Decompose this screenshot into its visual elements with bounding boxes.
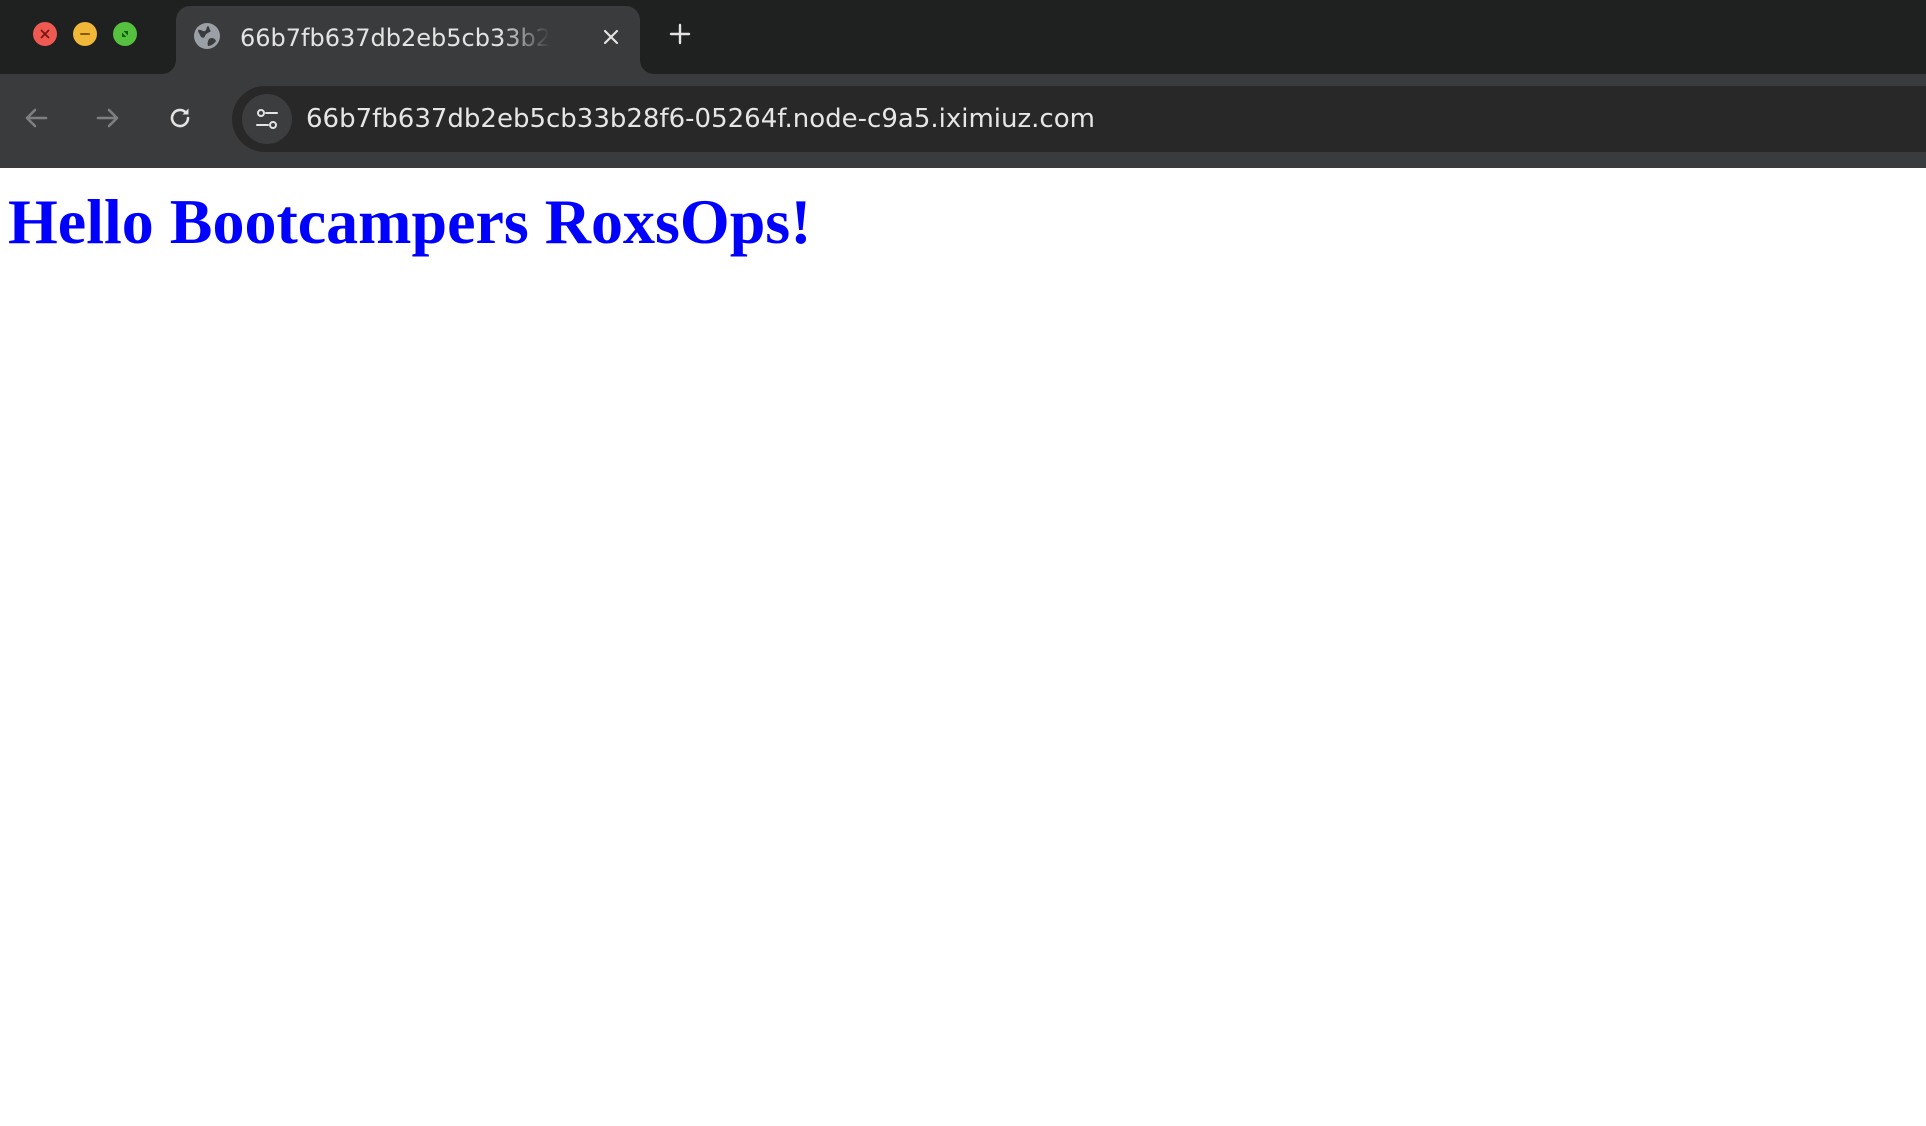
reload-button[interactable] (162, 100, 198, 136)
window-maximize-button[interactable] (113, 22, 137, 46)
arrow-right-icon (96, 108, 119, 128)
browser-window: 66b7fb637db2eb5cb33b28f6-05264f.node-c9a… (0, 0, 1926, 1126)
address-bar[interactable]: 66b7fb637db2eb5cb33b28f6-05264f.node-c9a… (232, 86, 1926, 152)
tune-icon (256, 109, 278, 129)
close-icon (40, 29, 50, 39)
new-tab-button[interactable] (664, 18, 696, 50)
window-close-button[interactable] (33, 22, 57, 46)
minimize-icon (80, 33, 90, 35)
close-icon (603, 29, 619, 45)
tab-title: 66b7fb637db2eb5cb33b28f6-05264f.node-c9a… (240, 24, 550, 52)
reload-icon (170, 108, 190, 128)
page-viewport: Hello Bootcampers RoxsOps! (0, 168, 1926, 1126)
toolbar-bottom-edge (0, 154, 1926, 168)
tab-close-button[interactable] (596, 22, 626, 52)
url-text[interactable]: 66b7fb637db2eb5cb33b28f6-05264f.node-c9a… (306, 101, 1095, 137)
tab-strip: 66b7fb637db2eb5cb33b28f6-05264f.node-c9a… (0, 0, 1926, 74)
arrow-left-icon (25, 108, 48, 128)
page-heading: Hello Bootcampers RoxsOps! (8, 186, 812, 257)
maximize-icon (122, 31, 128, 37)
globe-icon (194, 23, 220, 49)
back-button[interactable] (18, 100, 54, 136)
window-minimize-button[interactable] (73, 22, 97, 46)
site-info-button[interactable] (242, 94, 292, 144)
plus-icon (669, 23, 691, 45)
tab-active[interactable]: 66b7fb637db2eb5cb33b28f6-05264f.node-c9a… (176, 6, 640, 74)
forward-button[interactable] (90, 100, 126, 136)
